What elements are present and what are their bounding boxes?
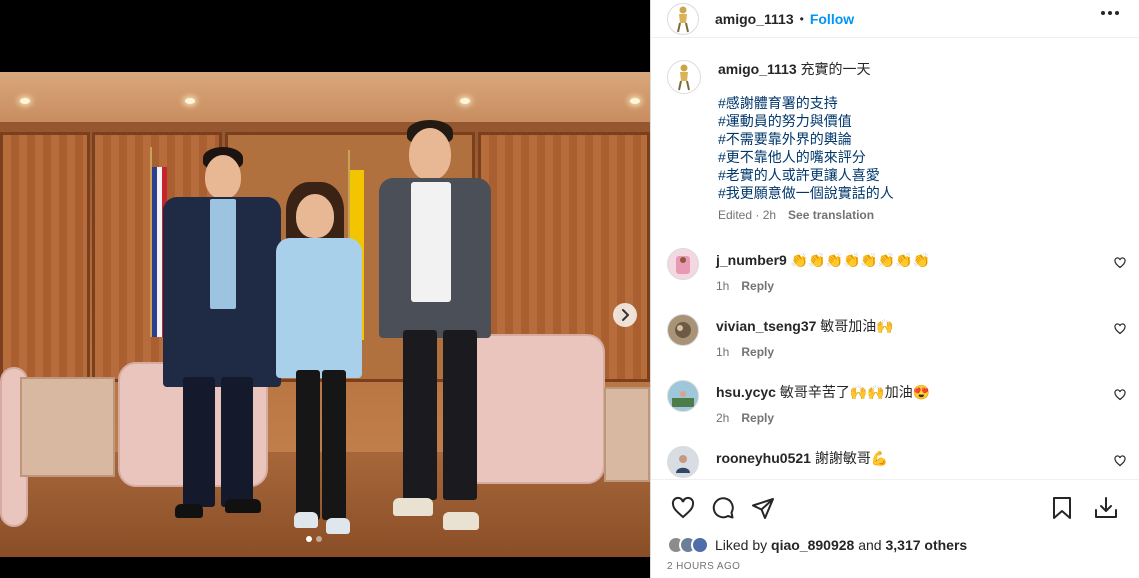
post-dialog: amigo_1113 • Follow amigo_1113 充實的一天 #感謝…: [0, 0, 1139, 578]
ceiling-light: [630, 98, 640, 104]
comment-time: 2h: [716, 411, 730, 425]
reply-button[interactable]: Reply: [741, 277, 774, 295]
post-action-bar: [651, 479, 1139, 535]
carousel-dot-active: [306, 536, 312, 542]
liker-username[interactable]: qiao_890928: [771, 537, 854, 553]
edited-time: Edited · 2h: [718, 208, 777, 222]
commenter-avatar[interactable]: [667, 380, 699, 412]
avatar-photo-icon: [676, 256, 690, 274]
comment-text: 謝謝敏哥💪: [814, 450, 889, 466]
commenter-username[interactable]: hsu.ycyc: [716, 384, 776, 400]
ceiling-light: [20, 98, 30, 104]
likes-others-link[interactable]: 3,317 others: [885, 537, 967, 553]
author-username[interactable]: amigo_1113: [715, 11, 794, 27]
comment-like-heart-icon[interactable]: [1114, 257, 1126, 269]
download-button[interactable]: [1086, 488, 1126, 528]
carousel-dot: [316, 536, 322, 542]
author-avatar[interactable]: [667, 2, 699, 35]
caption-text: 充實的一天: [800, 61, 871, 77]
hashtag-link[interactable]: #我更願意做一個說實話的人: [718, 184, 894, 202]
commenter-username[interactable]: vivian_tseng37: [716, 318, 816, 334]
comment-like-heart-icon[interactable]: [1114, 323, 1126, 335]
comment-item: rooneyhu0521 謝謝敏哥💪: [651, 446, 1139, 479]
chevron-right-icon: [622, 309, 629, 321]
avatar-figure-icon: [678, 64, 690, 91]
commenter-avatar[interactable]: [667, 446, 699, 478]
share-icon: [752, 497, 774, 519]
post-media: [0, 0, 650, 578]
carousel-indicator: [306, 536, 322, 542]
avatar-photo-icon: [676, 455, 690, 473]
post-caption: amigo_1113 充實的一天 #感謝體育署的支持 #運動員的努力與價值 #不…: [651, 38, 1139, 224]
ceiling-light: [460, 98, 470, 104]
comment-item: j_number9 👏👏👏👏👏👏👏👏 1h Reply: [651, 248, 1139, 314]
avatar-photo-icon: [675, 322, 691, 338]
comment-button[interactable]: [703, 488, 743, 528]
author-avatar[interactable]: [667, 60, 701, 94]
bookmark-icon: [1053, 497, 1071, 519]
side-table: [604, 387, 650, 482]
commenter-avatar[interactable]: [667, 248, 699, 280]
liker-avatars: [667, 536, 709, 554]
armchair: [455, 334, 605, 484]
liked-by-connector: and: [858, 537, 882, 553]
liker-avatar[interactable]: [691, 536, 709, 554]
share-button[interactable]: [743, 488, 783, 528]
next-slide-button[interactable]: [613, 303, 637, 327]
save-button[interactable]: [1042, 488, 1082, 528]
hashtag-link[interactable]: #老實的人或許更讓人喜愛: [718, 166, 894, 184]
commenter-avatar[interactable]: [667, 314, 699, 346]
comment-icon: [712, 496, 734, 518]
comment-text: 敏哥辛苦了🙌🙌加油😍: [779, 384, 931, 400]
commenter-username[interactable]: rooneyhu0521: [716, 450, 811, 466]
hashtag-link[interactable]: #感謝體育署的支持: [718, 94, 894, 112]
reply-button[interactable]: Reply: [741, 409, 774, 427]
commenter-username[interactable]: j_number9: [716, 252, 787, 268]
comment-text: 👏👏👏👏👏👏👏👏: [790, 252, 931, 268]
likes-summary: Liked by qiao_890928 and 3,317 others: [667, 536, 967, 554]
reply-button[interactable]: Reply: [741, 343, 774, 361]
hashtag-link[interactable]: #不需要靠外界的輿論: [718, 130, 894, 148]
comment-time: 1h: [716, 279, 730, 293]
post-photo[interactable]: [0, 72, 650, 557]
hashtag-list: #感謝體育署的支持 #運動員的努力與價值 #不需要靠外界的輿論 #更不靠他人的嘴…: [718, 94, 894, 202]
see-translation-link[interactable]: See translation: [788, 206, 874, 224]
heart-icon: [671, 496, 695, 518]
hashtag-link[interactable]: #更不靠他人的嘴來評分: [718, 148, 894, 166]
more-options-icon[interactable]: [1101, 11, 1119, 15]
side-table: [20, 377, 115, 477]
hashtag-link[interactable]: #運動員的努力與價值: [718, 112, 894, 130]
avatar-photo-icon: [672, 391, 694, 407]
download-icon: [1095, 497, 1117, 518]
separator-dot: •: [799, 11, 804, 26]
post-sidebar: amigo_1113 • Follow amigo_1113 充實的一天 #感謝…: [650, 0, 1139, 578]
comment-like-heart-icon[interactable]: [1114, 389, 1126, 401]
comment-time: 1h: [716, 345, 730, 359]
avatar-figure-icon: [677, 6, 689, 32]
comment-item: hsu.ycyc 敏哥辛苦了🙌🙌加油😍 2h Reply: [651, 380, 1139, 446]
liked-by-prefix: Liked by: [715, 537, 768, 553]
ceiling-light: [185, 98, 195, 104]
comment-text: 敏哥加油🙌: [820, 318, 894, 334]
follow-button[interactable]: Follow: [810, 11, 854, 27]
comment-item: vivian_tseng37 敏哥加油🙌 1h Reply: [651, 314, 1139, 380]
caption-username[interactable]: amigo_1113: [718, 61, 797, 77]
post-header: amigo_1113 • Follow: [651, 0, 1139, 38]
comment-like-heart-icon[interactable]: [1114, 455, 1126, 467]
post-timestamp[interactable]: 2 HOURS AGO: [667, 561, 740, 572]
like-button[interactable]: [663, 488, 703, 528]
ceiling: [0, 72, 650, 122]
wood-panel: [0, 132, 90, 382]
comments-list[interactable]: amigo_1113 充實的一天 #感謝體育署的支持 #運動員的努力與價值 #不…: [651, 38, 1139, 479]
